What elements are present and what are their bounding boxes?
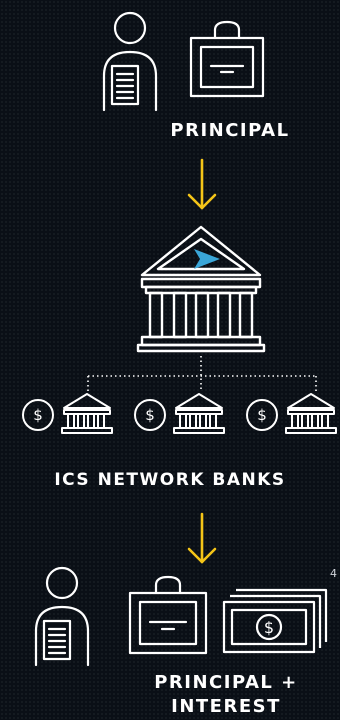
- principal-interest-label-line2: INTEREST: [171, 696, 281, 717]
- certificate-icon: [189, 20, 265, 98]
- svg-text:$: $: [33, 406, 43, 424]
- bank-icon: [136, 225, 266, 353]
- ics-network-banks-label: ICS NETWORK BANKS: [54, 470, 286, 490]
- dollar-coin-bank-icon: $: [246, 393, 337, 434]
- arrow-down-icon: [187, 158, 217, 210]
- arrow-down-icon: [187, 512, 217, 564]
- dollar-coin-bank-icon: $: [22, 393, 113, 434]
- dollar-coin-bank-icon: $: [134, 393, 225, 434]
- certificate-icon: [128, 575, 208, 655]
- principal-label: PRINCIPAL: [170, 120, 290, 141]
- principal-interest-label-line1: PRINCIPAL +: [154, 672, 298, 693]
- ics-flow-diagram: PRINCIPAL $ $ $ ICS NETWORK BANKS 4 $ PR…: [0, 0, 340, 720]
- svg-text:$: $: [257, 406, 267, 424]
- person-document-icon: [102, 11, 158, 112]
- svg-text:$: $: [264, 618, 274, 637]
- footnote-marker: 4: [330, 567, 337, 580]
- person-document-icon: [34, 566, 90, 667]
- svg-text:$: $: [145, 406, 155, 424]
- cash-stack-icon: $: [222, 588, 328, 654]
